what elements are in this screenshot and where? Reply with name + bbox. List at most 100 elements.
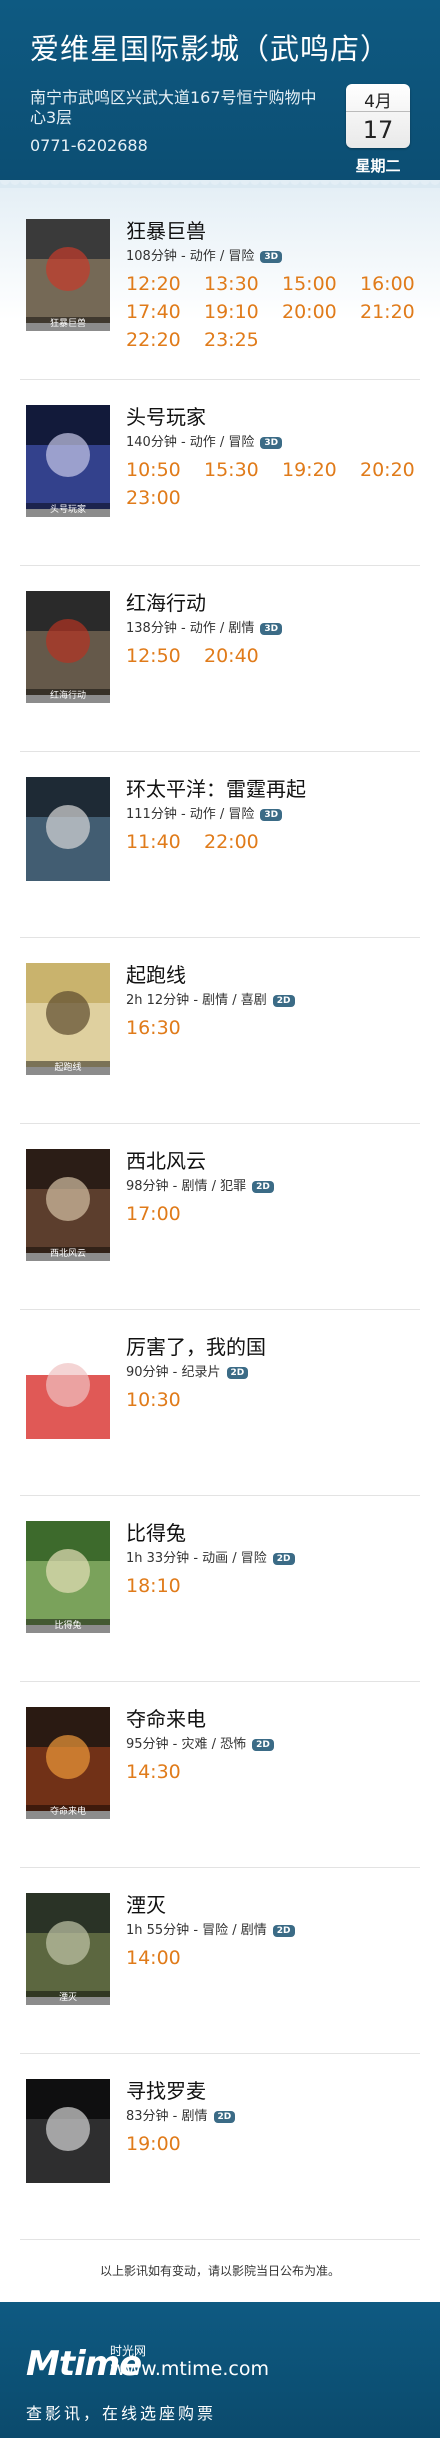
showtime[interactable]: 12:20: [126, 270, 204, 298]
poster-art: [26, 1707, 110, 1811]
movie-item[interactable]: 厉害了，我的国 90分钟 - 纪录片 2D 10:30: [20, 1310, 420, 1496]
runtime-genre: 1h 33分钟 - 动画 / 冒险: [126, 1551, 267, 1566]
runtime-genre: 83分钟 - 剧情: [126, 2109, 208, 2124]
showtime[interactable]: 23:00: [126, 484, 204, 512]
movie-title[interactable]: 环太平洋：雷霆再起: [126, 776, 426, 802]
poster-art: [26, 591, 110, 695]
showtime[interactable]: 17:40: [126, 298, 204, 326]
poster-title-text: 狂暴巨兽: [26, 317, 110, 331]
mtime-brand: 时光网: [110, 2344, 147, 2358]
mtime-slogan: 查影讯，在线选座购票: [26, 2404, 217, 2423]
showtime[interactable]: 10:30: [126, 1386, 204, 1414]
movie-item[interactable]: 红海行动 红海行动 138分钟 - 动作 / 剧情 3D 12:50 20:40: [20, 566, 420, 752]
showtime[interactable]: 14:30: [126, 1758, 204, 1786]
showtime[interactable]: 15:00: [282, 270, 360, 298]
movie-title[interactable]: 狂暴巨兽: [126, 218, 426, 244]
movie-poster[interactable]: 夺命来电: [26, 1707, 110, 1819]
showtime[interactable]: 11:40: [126, 828, 204, 856]
showtime[interactable]: 16:00: [360, 270, 438, 298]
mtime-footer: Mtime 时光网 www.mtime.com 查影讯，在线选座购票: [0, 2302, 440, 2438]
poster-title-text: 头号玩家: [26, 503, 110, 517]
showtime[interactable]: 22:20: [126, 326, 204, 354]
showtimes: 14:30: [126, 1758, 426, 1786]
movie-info: 环太平洋：雷霆再起 111分钟 - 动作 / 冒险 3D 11:40 22:00: [126, 776, 426, 856]
movie-poster[interactable]: [26, 2079, 110, 2191]
movie-title[interactable]: 湮灭: [126, 1892, 426, 1918]
movie-title[interactable]: 厉害了，我的国: [126, 1334, 426, 1360]
showtime[interactable]: 20:40: [204, 642, 282, 670]
showtime[interactable]: 15:30: [204, 456, 282, 484]
movie-info: 头号玩家 140分钟 - 动作 / 冒险 3D 10:50 15:30 19:20 20:2…: [126, 404, 426, 512]
movie-poster[interactable]: 狂暴巨兽: [26, 219, 110, 331]
movie-title[interactable]: 红海行动: [126, 590, 426, 616]
showtime[interactable]: 20:00: [282, 298, 360, 326]
showtime[interactable]: 19:00: [126, 2130, 204, 2158]
movie-poster[interactable]: [26, 777, 110, 889]
movie-info: 起跑线 2h 12分钟 - 剧情 / 喜剧 2D 16:30: [126, 962, 426, 1042]
movie-poster[interactable]: [26, 1335, 110, 1447]
showtime[interactable]: 20:20: [360, 456, 438, 484]
movie-item[interactable]: 环太平洋：雷霆再起 111分钟 - 动作 / 冒险 3D 11:40 22:00: [20, 752, 420, 938]
format-badge: 2D: [252, 1181, 274, 1193]
showtime[interactable]: 13:30: [204, 270, 282, 298]
poster-art: [26, 963, 110, 1067]
movie-poster[interactable]: 比得兔: [26, 1521, 110, 1633]
format-badge: 2D: [272, 1553, 295, 1565]
movie-item[interactable]: 比得兔 比得兔 1h 33分钟 - 动画 / 冒险 2D 18:10: [20, 1496, 420, 1682]
movie-info: 红海行动 138分钟 - 动作 / 剧情 3D 12:50 20:40: [126, 590, 426, 670]
showtime[interactable]: 16:30: [126, 1014, 204, 1042]
showtimes: 12:20 13:30 15:00 16:00 17:40 19:10 20:00 21:20…: [126, 270, 426, 354]
movie-poster[interactable]: 头号玩家: [26, 405, 110, 517]
showtimes: 17:00: [126, 1200, 426, 1228]
movie-title[interactable]: 寻找罗麦: [126, 2078, 426, 2104]
format-badge: 3D: [260, 809, 283, 821]
movie-title[interactable]: 起跑线: [126, 962, 426, 988]
showtime[interactable]: 17:00: [126, 1200, 204, 1228]
mtime-site-link[interactable]: www.mtime.com: [110, 2358, 269, 2380]
movie-meta: 1h 33分钟 - 动画 / 冒险 2D: [126, 1547, 426, 1566]
movie-poster[interactable]: 起跑线: [26, 963, 110, 1075]
movie-item[interactable]: 寻找罗麦 83分钟 - 剧情 2D 19:00: [20, 2054, 420, 2240]
movie-info: 狂暴巨兽 108分钟 - 动作 / 冒险 3D 12:20 13:30 15:00 16:0…: [126, 218, 426, 354]
poster-art: [26, 1335, 110, 1439]
showtimes: 10:30: [126, 1386, 426, 1414]
poster-title-text: 比得兔: [26, 1619, 110, 1633]
scalloped-edge: [0, 172, 440, 188]
movie-title[interactable]: 比得兔: [126, 1520, 426, 1546]
movie-item[interactable]: 起跑线 起跑线 2h 12分钟 - 剧情 / 喜剧 2D 16:30: [20, 938, 420, 1124]
movie-poster[interactable]: 红海行动: [26, 591, 110, 703]
movie-title[interactable]: 头号玩家: [126, 404, 426, 430]
showtimes: 11:40 22:00: [126, 828, 426, 856]
schedule-disclaimer: 以上影讯如有变动，请以影院当日公布为准。: [99, 2264, 340, 2278]
movie-item[interactable]: 狂暴巨兽 狂暴巨兽 108分钟 - 动作 / 冒险 3D 12:20 13:30 15:00…: [20, 194, 420, 380]
movie-poster[interactable]: 西北风云: [26, 1149, 110, 1261]
movie-item[interactable]: 夺命来电 夺命来电 95分钟 - 灾难 / 恐怖 2D 14:30: [20, 1682, 420, 1868]
calendar-month: 4月: [346, 84, 410, 112]
movie-poster[interactable]: 湮灭: [26, 1893, 110, 2005]
showtime[interactable]: 12:50: [126, 642, 204, 670]
showtime[interactable]: 22:00: [204, 828, 282, 856]
showtime[interactable]: 21:20: [360, 298, 438, 326]
movie-meta: 108分钟 - 动作 / 冒险 3D: [126, 245, 426, 264]
movie-meta: 90分钟 - 纪录片 2D: [126, 1361, 426, 1380]
showtime[interactable]: 19:10: [204, 298, 282, 326]
showtime[interactable]: 18:10: [126, 1572, 204, 1600]
movie-info: 厉害了，我的国 90分钟 - 纪录片 2D 10:30: [126, 1334, 426, 1414]
movie-title[interactable]: 西北风云: [126, 1148, 426, 1174]
movie-title[interactable]: 夺命来电: [126, 1706, 426, 1732]
movie-item[interactable]: 西北风云 西北风云 98分钟 - 剧情 / 犯罪 2D 17:00: [20, 1124, 420, 1310]
movie-item[interactable]: 湮灭 湮灭 1h 55分钟 - 冒险 / 剧情 2D 14:00: [20, 1868, 420, 2054]
showtime[interactable]: 19:20: [282, 456, 360, 484]
poster-art: [26, 219, 110, 323]
showtime[interactable]: 23:25: [204, 326, 282, 354]
runtime-genre: 95分钟 - 灾难 / 恐怖: [126, 1737, 247, 1752]
showtime[interactable]: 10:50: [126, 456, 204, 484]
movie-list: 狂暴巨兽 狂暴巨兽 108分钟 - 动作 / 冒险 3D 12:20 13:30 15:00…: [0, 180, 440, 2240]
cinema-phone[interactable]: 0771-6202688: [30, 136, 148, 155]
movie-info: 湮灭 1h 55分钟 - 冒险 / 剧情 2D 14:00: [126, 1892, 426, 1972]
movie-meta: 140分钟 - 动作 / 冒险 3D: [126, 431, 426, 450]
showtime[interactable]: 14:00: [126, 1944, 204, 1972]
showtimes: 19:00: [126, 2130, 426, 2158]
movie-meta: 2h 12分钟 - 剧情 / 喜剧 2D: [126, 989, 426, 1008]
movie-item[interactable]: 头号玩家 头号玩家 140分钟 - 动作 / 冒险 3D 10:50 15:30 19:20…: [20, 380, 420, 566]
